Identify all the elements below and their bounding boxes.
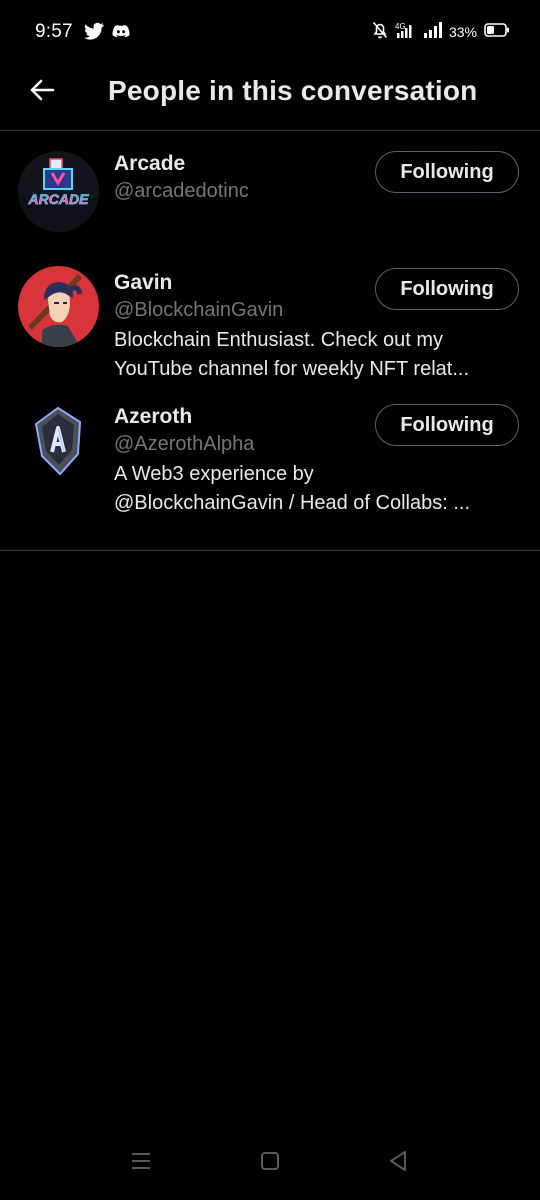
bio-line: Blockchain Enthusiast. Check out my (114, 329, 444, 351)
list-item[interactable]: ARCADE Arcade @arcadedotinc Following (0, 131, 540, 249)
user-name: Gavin (114, 271, 173, 294)
following-button[interactable]: Following (375, 151, 519, 193)
status-bar: 9:57 4G 33% (0, 0, 540, 62)
home-button[interactable] (255, 1148, 285, 1178)
following-button[interactable]: Following (375, 404, 519, 446)
battery-percent: 33% (448, 24, 477, 40)
twitter-icon (84, 22, 104, 42)
user-handle: @arcadedotinc (114, 180, 249, 202)
list-item[interactable]: Gavin @BlockchainGavin Blockchain Enthus… (0, 249, 540, 387)
user-handle: @AzerothAlpha (114, 433, 255, 455)
bio-line: @BlockchainGavin / Head of Collabs: ... (114, 492, 471, 514)
header: People in this conversation (0, 62, 540, 131)
user-name: Arcade (114, 152, 186, 175)
user-bio: Blockchain Enthusiast. Check out my YouT… (114, 326, 519, 384)
discord-icon (112, 22, 132, 42)
bio-line: YouTube channel for weekly NFT relat... (114, 358, 469, 380)
user-handle: @BlockchainGavin (114, 299, 284, 321)
avatar[interactable]: ARCADE (18, 151, 99, 232)
bio-line: A Web3 experience by (114, 463, 314, 485)
battery-icon (484, 22, 510, 42)
status-right-group: 4G 33% (372, 20, 510, 44)
menu-icon (131, 1152, 151, 1175)
people-list: ARCADE Arcade @arcadedotinc Following Ga… (0, 131, 540, 551)
list-item[interactable]: Azeroth @AzerothAlpha A Web3 experience … (0, 387, 540, 550)
status-time: 9:57 (35, 21, 73, 42)
signal-icon (423, 21, 442, 43)
arrow-left-icon (29, 78, 55, 107)
back-nav-button[interactable] (383, 1148, 413, 1178)
svg-text:ARCADE: ARCADE (28, 191, 90, 207)
following-button[interactable]: Following (375, 268, 519, 310)
system-nav-bar (0, 1130, 540, 1200)
user-name: Azeroth (114, 405, 193, 428)
avatar[interactable] (18, 266, 99, 347)
menu-button[interactable] (126, 1148, 156, 1178)
svg-text:4G: 4G (395, 22, 406, 31)
network-4g-icon: 4G (395, 21, 417, 44)
back-triangle-icon (388, 1150, 408, 1177)
avatar[interactable] (18, 400, 99, 481)
home-square-icon (260, 1151, 280, 1176)
mute-icon (372, 21, 388, 44)
back-button[interactable] (22, 72, 62, 112)
user-bio: A Web3 experience by @BlockchainGavin / … (114, 460, 519, 518)
page-title: People in this conversation (108, 75, 478, 106)
